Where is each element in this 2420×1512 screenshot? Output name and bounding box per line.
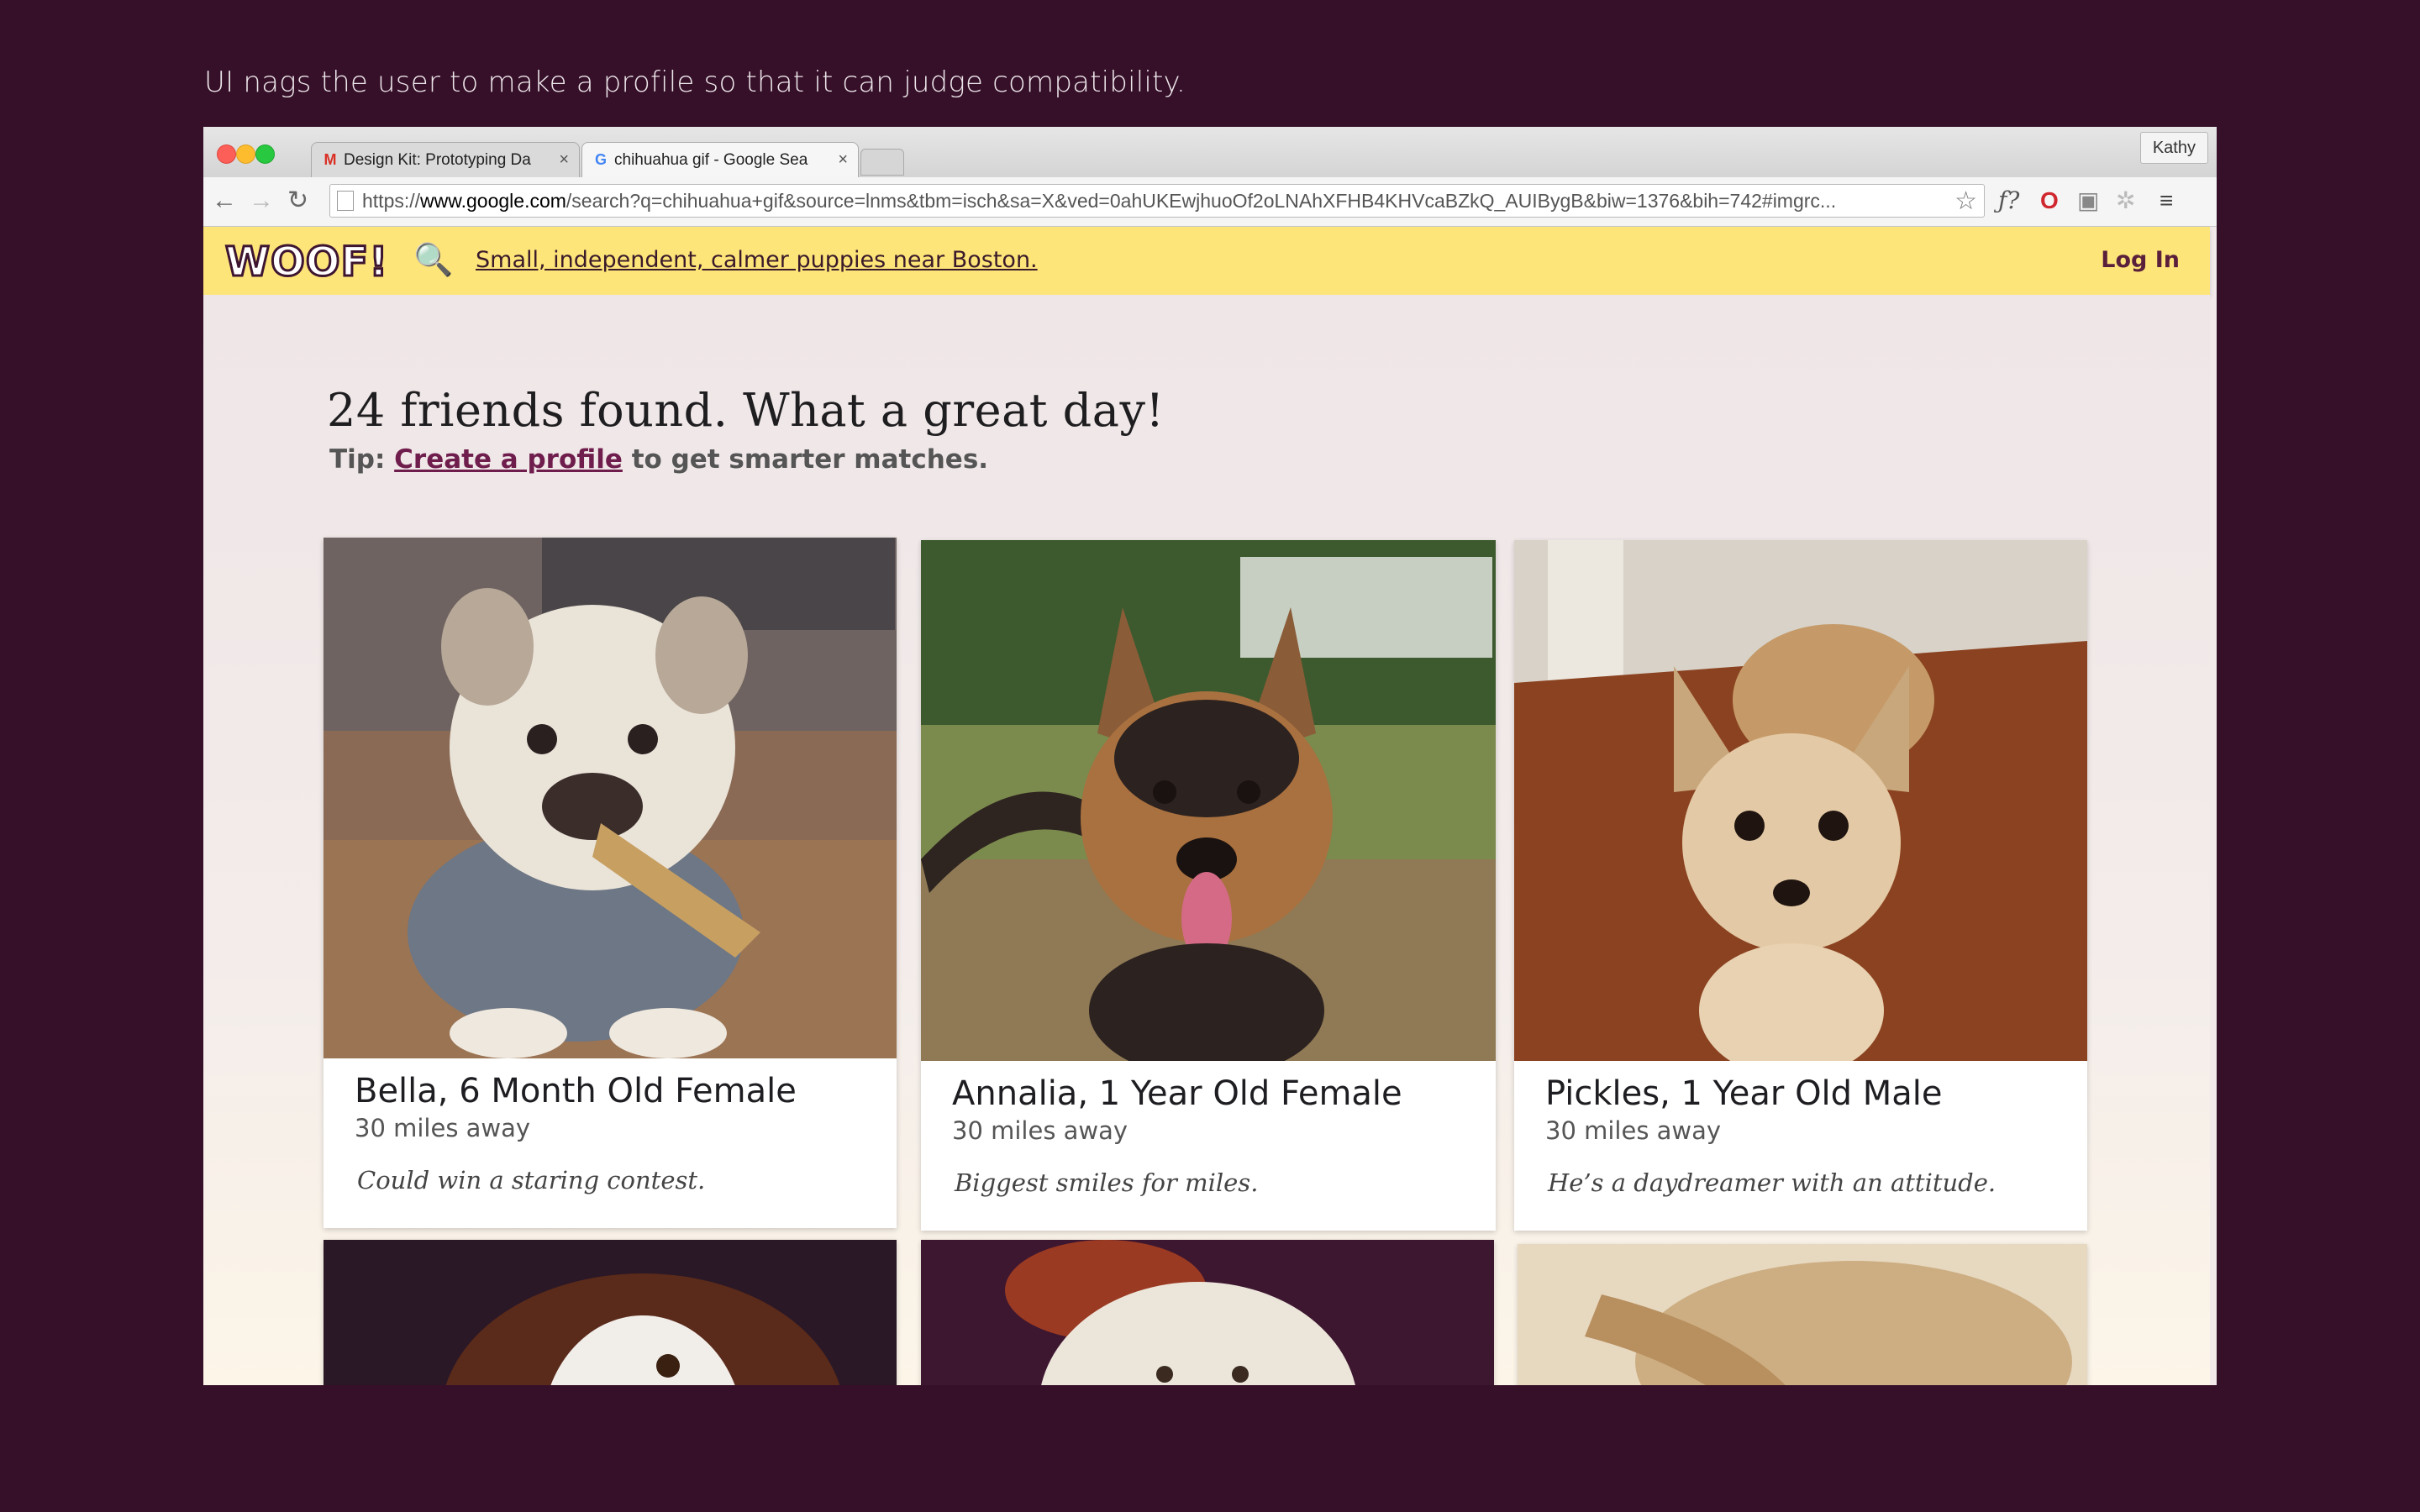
dog-photo-chihuahua — [1514, 540, 2087, 1061]
address-bar[interactable]: https://www.google.com/search?q=chihuahu… — [329, 184, 1985, 218]
login-link[interactable]: Log In — [2101, 247, 2180, 273]
search-query-link[interactable]: Small, independent, calmer puppies near … — [476, 247, 1038, 273]
reload-icon[interactable]: ↻ — [287, 186, 308, 216]
search-icon[interactable]: 🔍 — [413, 242, 453, 279]
formula-extension-icon[interactable]: ƒ? — [1998, 187, 2019, 214]
close-tab-icon[interactable]: × — [838, 150, 848, 170]
page-icon — [337, 191, 354, 211]
zoom-window-button[interactable] — [255, 144, 275, 164]
tab-gmail[interactable]: M Design Kit: Prototyping Da × — [311, 142, 580, 177]
bookmark-star-icon[interactable]: ☆ — [1954, 186, 1977, 216]
new-tab-button[interactable] — [860, 149, 904, 176]
woof-logo[interactable]: WOOF! — [224, 238, 388, 287]
dog-photo-bulldog — [324, 538, 897, 1058]
profile-tip: Tip: Create a profile to get smarter mat… — [329, 444, 989, 475]
google-icon: G — [594, 151, 607, 168]
close-tab-icon[interactable]: × — [559, 150, 569, 170]
results-headline: 24 friends found. What a great day! — [327, 384, 1165, 437]
slide-caption: UI nags the user to make a profile so th… — [204, 66, 1186, 99]
settings-extension-icon[interactable]: ✲ — [2116, 187, 2135, 214]
browser-toolbar: ← → ↻ https://www.google.com/search?q=ch… — [203, 177, 2217, 227]
dog-card-partial[interactable] — [921, 1240, 1494, 1385]
menu-icon[interactable]: ≡ — [2160, 187, 2173, 214]
close-window-button[interactable] — [217, 144, 236, 164]
tab-google-search[interactable]: G chihuahua gif - Google Sea × — [581, 142, 859, 177]
tab-strip: M Design Kit: Prototyping Da × G chihuah… — [203, 127, 2217, 177]
create-profile-link[interactable]: Create a profile — [394, 444, 623, 475]
dog-card-partial[interactable] — [324, 1240, 897, 1385]
site-header: WOOF! 🔍 Small, independent, calmer puppi… — [203, 227, 2210, 295]
dog-photo-aussie — [324, 1240, 897, 1385]
minimize-window-button[interactable] — [236, 144, 255, 164]
results-content: 24 friends found. What a great day! Tip:… — [203, 295, 2210, 1385]
opera-extension-icon[interactable]: O — [2040, 187, 2059, 214]
dog-card[interactable]: Bella, 6 Month Old Female 30 miles away … — [324, 538, 897, 1228]
forward-icon[interactable]: → — [249, 186, 274, 216]
back-icon[interactable]: ← — [212, 186, 237, 216]
dog-card[interactable]: Annalia, 1 Year Old Female 30 miles away… — [921, 540, 1496, 1231]
gmail-icon: M — [324, 151, 337, 168]
profile-button[interactable]: Kathy — [2139, 132, 2208, 164]
dog-card-partial[interactable] — [1518, 1244, 2087, 1385]
browser-window: M Design Kit: Prototyping Da × G chihuah… — [203, 127, 2217, 1385]
dog-card[interactable]: Pickles, 1 Year Old Male 30 miles away H… — [1514, 540, 2087, 1231]
dog-photo-german-shepherd — [921, 540, 1496, 1061]
camera-extension-icon[interactable]: ▣ — [2077, 187, 2099, 214]
dog-photo-terrier — [921, 1240, 1494, 1385]
dog-photo-chihuahua-2 — [1518, 1244, 2087, 1385]
